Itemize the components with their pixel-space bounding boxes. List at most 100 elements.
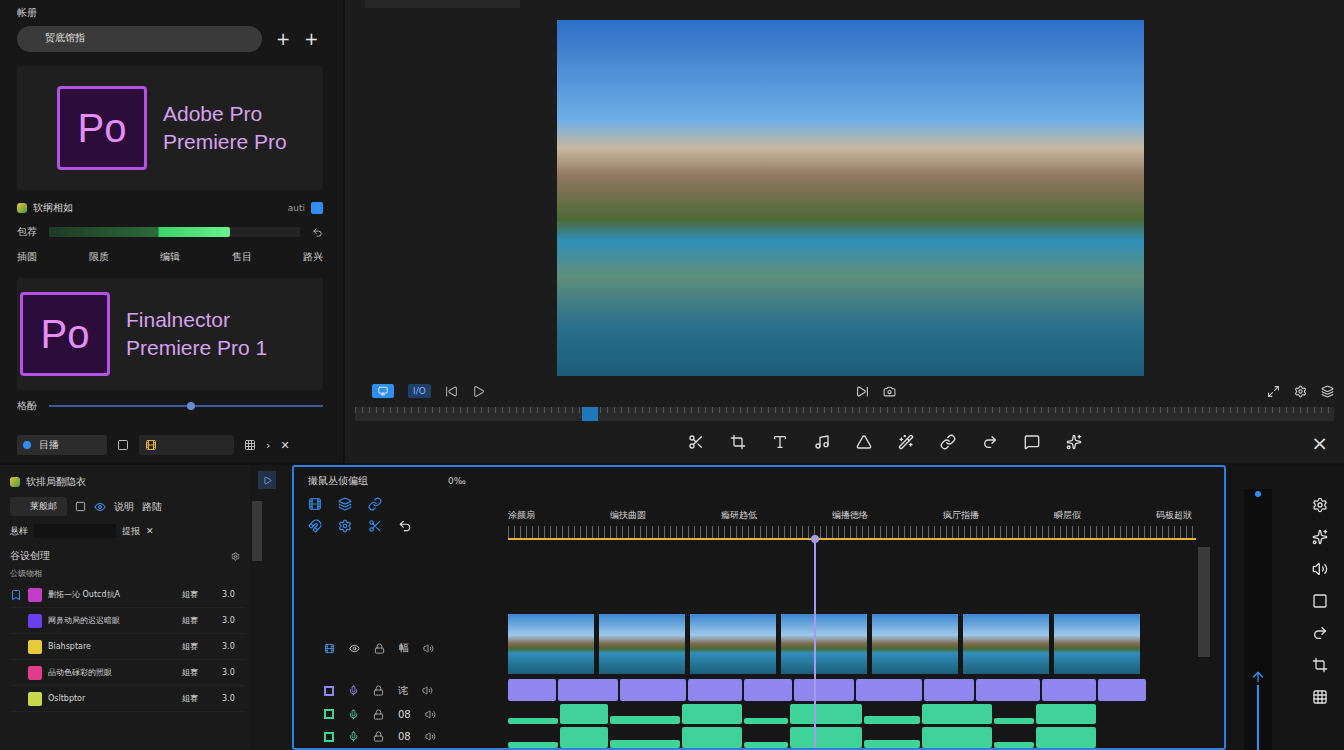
wand-icon[interactable] xyxy=(898,434,914,450)
sparkles-icon[interactable] xyxy=(1066,434,1082,450)
triangle-icon[interactable] xyxy=(856,434,872,450)
audio-clip[interactable] xyxy=(610,716,680,724)
grid-icon[interactable] xyxy=(1312,689,1328,705)
settings-icon[interactable] xyxy=(231,552,240,561)
io-chip[interactable]: I/O xyxy=(408,384,431,398)
skip-forward-icon[interactable] xyxy=(856,385,869,398)
audio-clip[interactable] xyxy=(560,704,608,725)
video-thumbnail[interactable] xyxy=(508,614,594,674)
track-header[interactable]: 08 xyxy=(294,725,508,748)
square-icon[interactable] xyxy=(75,501,86,512)
audio-clip[interactable] xyxy=(976,679,1040,700)
monitor-button[interactable] xyxy=(372,384,394,398)
slider-track[interactable] xyxy=(49,405,323,407)
track-header[interactable]: 08 xyxy=(294,703,508,726)
scrubber-handle[interactable] xyxy=(582,407,598,421)
crop-icon[interactable] xyxy=(730,434,746,450)
tag[interactable]: 路兴 xyxy=(303,250,323,264)
video-thumbnail[interactable] xyxy=(963,614,1049,674)
audio-clip[interactable] xyxy=(508,718,558,724)
play-icon[interactable] xyxy=(472,385,485,398)
layers-icon[interactable] xyxy=(338,497,352,511)
tag[interactable]: 插圆 xyxy=(17,250,37,264)
lock-icon[interactable] xyxy=(373,685,384,696)
video-thumbnail[interactable] xyxy=(1054,614,1140,674)
timeline-scrollbar[interactable] xyxy=(1198,547,1210,657)
sparkles-icon[interactable] xyxy=(1312,529,1328,545)
video-thumbnail[interactable] xyxy=(690,614,776,674)
grid-icon[interactable] xyxy=(244,439,256,451)
mic-icon[interactable] xyxy=(348,709,359,720)
audio-clip[interactable] xyxy=(1098,679,1146,700)
eye-icon[interactable] xyxy=(349,643,360,654)
volume-icon[interactable] xyxy=(423,643,434,654)
search-field[interactable]: 贸底馆指 xyxy=(17,26,262,52)
camera-icon[interactable] xyxy=(883,385,896,398)
audio-clip[interactable] xyxy=(790,727,862,748)
close-button[interactable]: ✕ xyxy=(280,439,289,452)
audio-clip[interactable] xyxy=(508,679,556,700)
square-icon[interactable] xyxy=(117,439,129,451)
media-item[interactable]: 删拓—沁 Outcd抗A姐赛3.0 xyxy=(10,582,244,608)
audio-clip[interactable] xyxy=(864,716,920,724)
filter-button[interactable]: 提报 xyxy=(122,525,140,538)
audio-clip[interactable] xyxy=(924,679,974,700)
app-card[interactable]: PoFinalnectorPremiere Pro 1 xyxy=(17,278,323,390)
settings-icon[interactable] xyxy=(1294,385,1307,398)
mic-icon[interactable] xyxy=(348,731,359,742)
video-thumbnail[interactable] xyxy=(781,614,867,674)
tag[interactable]: 限质 xyxy=(89,250,109,264)
settings-icon[interactable] xyxy=(338,519,352,533)
undo-icon[interactable] xyxy=(312,227,323,238)
audio-clip[interactable] xyxy=(856,679,922,700)
preview-tab[interactable] xyxy=(365,0,520,8)
audio-clip[interactable] xyxy=(864,740,920,748)
track-header[interactable]: 诧 xyxy=(294,678,508,703)
comment-icon[interactable] xyxy=(1024,434,1040,450)
audio-clip[interactable] xyxy=(790,704,862,725)
audio-clip[interactable] xyxy=(1036,704,1096,725)
skip-back-icon[interactable] xyxy=(445,385,458,398)
lock-icon[interactable] xyxy=(373,731,384,742)
volume-icon[interactable] xyxy=(425,731,436,742)
expand-button[interactable] xyxy=(258,471,276,489)
scissors-icon[interactable] xyxy=(688,434,704,450)
lock-icon[interactable] xyxy=(373,709,384,720)
audio-clip[interactable] xyxy=(560,727,608,748)
scrubber-track[interactable] xyxy=(355,407,1334,421)
audio-clip[interactable] xyxy=(794,679,854,700)
square-icon[interactable] xyxy=(1312,593,1328,609)
filter-close[interactable]: ✕ xyxy=(146,526,154,536)
project-label[interactable]: 路陆 xyxy=(142,500,162,514)
project-chip[interactable]: 莱般邮 xyxy=(10,497,67,516)
audio-clip[interactable] xyxy=(682,704,742,725)
app-card[interactable]: PoAdobe ProPremiere Pro xyxy=(17,66,323,190)
audio-clip[interactable] xyxy=(744,742,788,748)
magnet-icon[interactable] xyxy=(308,519,322,533)
playhead-knob[interactable] xyxy=(811,535,819,543)
add-button[interactable]: + xyxy=(276,31,290,48)
arrow-up-icon[interactable] xyxy=(1250,669,1266,685)
audio-clip[interactable] xyxy=(744,718,788,724)
link-icon[interactable] xyxy=(368,497,382,511)
video-thumbnail[interactable] xyxy=(872,614,958,674)
audio-clip[interactable] xyxy=(994,718,1034,724)
preview-close-button[interactable]: × xyxy=(1311,431,1328,455)
add-button[interactable]: + xyxy=(304,31,318,48)
media-item[interactable]: 品动色碌彩的照眼姐赛3.0 xyxy=(10,660,244,686)
music-icon[interactable] xyxy=(814,434,830,450)
primary-button[interactable]: 目播 xyxy=(17,435,107,455)
undo-icon[interactable] xyxy=(398,519,412,533)
audio-clip[interactable] xyxy=(558,679,618,700)
audio-clip[interactable] xyxy=(994,742,1034,748)
audio-clip[interactable] xyxy=(922,727,992,748)
tag[interactable]: 编辑 xyxy=(160,250,180,264)
tag[interactable]: 售目 xyxy=(232,250,252,264)
volume-icon[interactable] xyxy=(422,685,433,696)
eye-icon[interactable] xyxy=(94,501,106,513)
redo-icon[interactable] xyxy=(982,434,998,450)
chevron-button[interactable]: › xyxy=(266,439,270,452)
audio-clip[interactable] xyxy=(620,679,686,700)
lock-icon[interactable] xyxy=(374,643,385,654)
blue-square-icon[interactable] xyxy=(311,202,323,214)
